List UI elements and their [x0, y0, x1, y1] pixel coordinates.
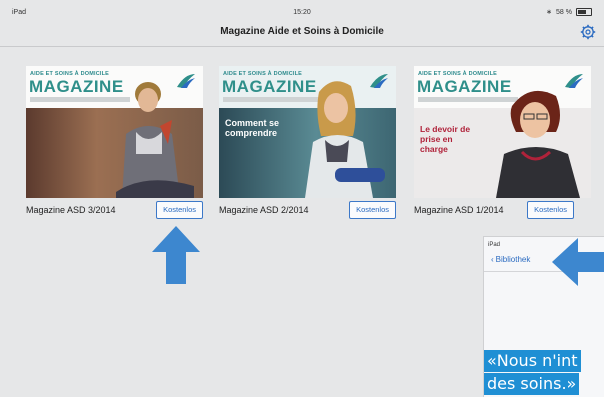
- chevron-left-icon: ‹: [491, 255, 494, 264]
- quote: «Nous n'int des soins.»: [484, 350, 604, 396]
- magazine-cover[interactable]: AIDE ET SOINS À DOMICILE MAGAZINE Le dev…: [414, 66, 591, 198]
- cover-person: [305, 81, 385, 198]
- magazine-label: Magazine ASD 3/2014: [26, 205, 116, 215]
- cover-headline: Le devoir de prise en charge: [420, 124, 471, 154]
- magazine-item: AIDE ET SOINS À DOMICILE MAGAZINE Commen…: [219, 66, 396, 219]
- cover-person: [116, 82, 194, 198]
- magazine-label: Magazine ASD 1/2014: [414, 205, 504, 215]
- arrow-up-icon: [152, 226, 200, 284]
- magazine-item: AIDE ET SOINS À DOMICILE MAGAZINE Magazi…: [26, 66, 203, 219]
- nav-bar: Magazine Aide et Soins à Domicile: [0, 20, 604, 47]
- battery-percent: 58 %: [556, 8, 572, 16]
- status-right: ∗ 58 %: [546, 8, 592, 16]
- magazine-cover[interactable]: AIDE ET SOINS À DOMICILE MAGAZINE Commen…: [219, 66, 396, 198]
- cover-headline: Comment se comprendre: [225, 118, 280, 138]
- kostenlos-button[interactable]: Kostenlos: [156, 201, 203, 219]
- quote-line: «Nous n'int: [484, 350, 581, 372]
- status-time: 15:20: [293, 9, 311, 16]
- arrow-left-icon: [552, 238, 604, 286]
- back-label: Bibliothek: [495, 255, 531, 264]
- magazine-label: Magazine ASD 2/2014: [219, 205, 309, 215]
- battery-fill: [578, 10, 587, 14]
- back-button[interactable]: ‹ Bibliothek: [491, 255, 530, 264]
- magazine-cover[interactable]: AIDE ET SOINS À DOMICILE MAGAZINE: [26, 66, 203, 198]
- kostenlos-button[interactable]: Kostenlos: [527, 201, 574, 219]
- status-bar: iPad 15:20 ∗ 58 %: [0, 0, 604, 20]
- kostenlos-button[interactable]: Kostenlos: [349, 201, 396, 219]
- quote-line: des soins.»: [484, 373, 580, 395]
- battery-icon: [576, 8, 592, 16]
- inset-device-label: iPad: [488, 242, 501, 248]
- cover-person: [496, 90, 580, 198]
- bluetooth-icon: ∗: [546, 9, 553, 16]
- page-title: Magazine Aide et Soins à Domicile: [220, 26, 384, 37]
- magazine-item: AIDE ET SOINS À DOMICILE MAGAZINE Le dev…: [414, 66, 591, 219]
- gear-icon[interactable]: [580, 24, 596, 40]
